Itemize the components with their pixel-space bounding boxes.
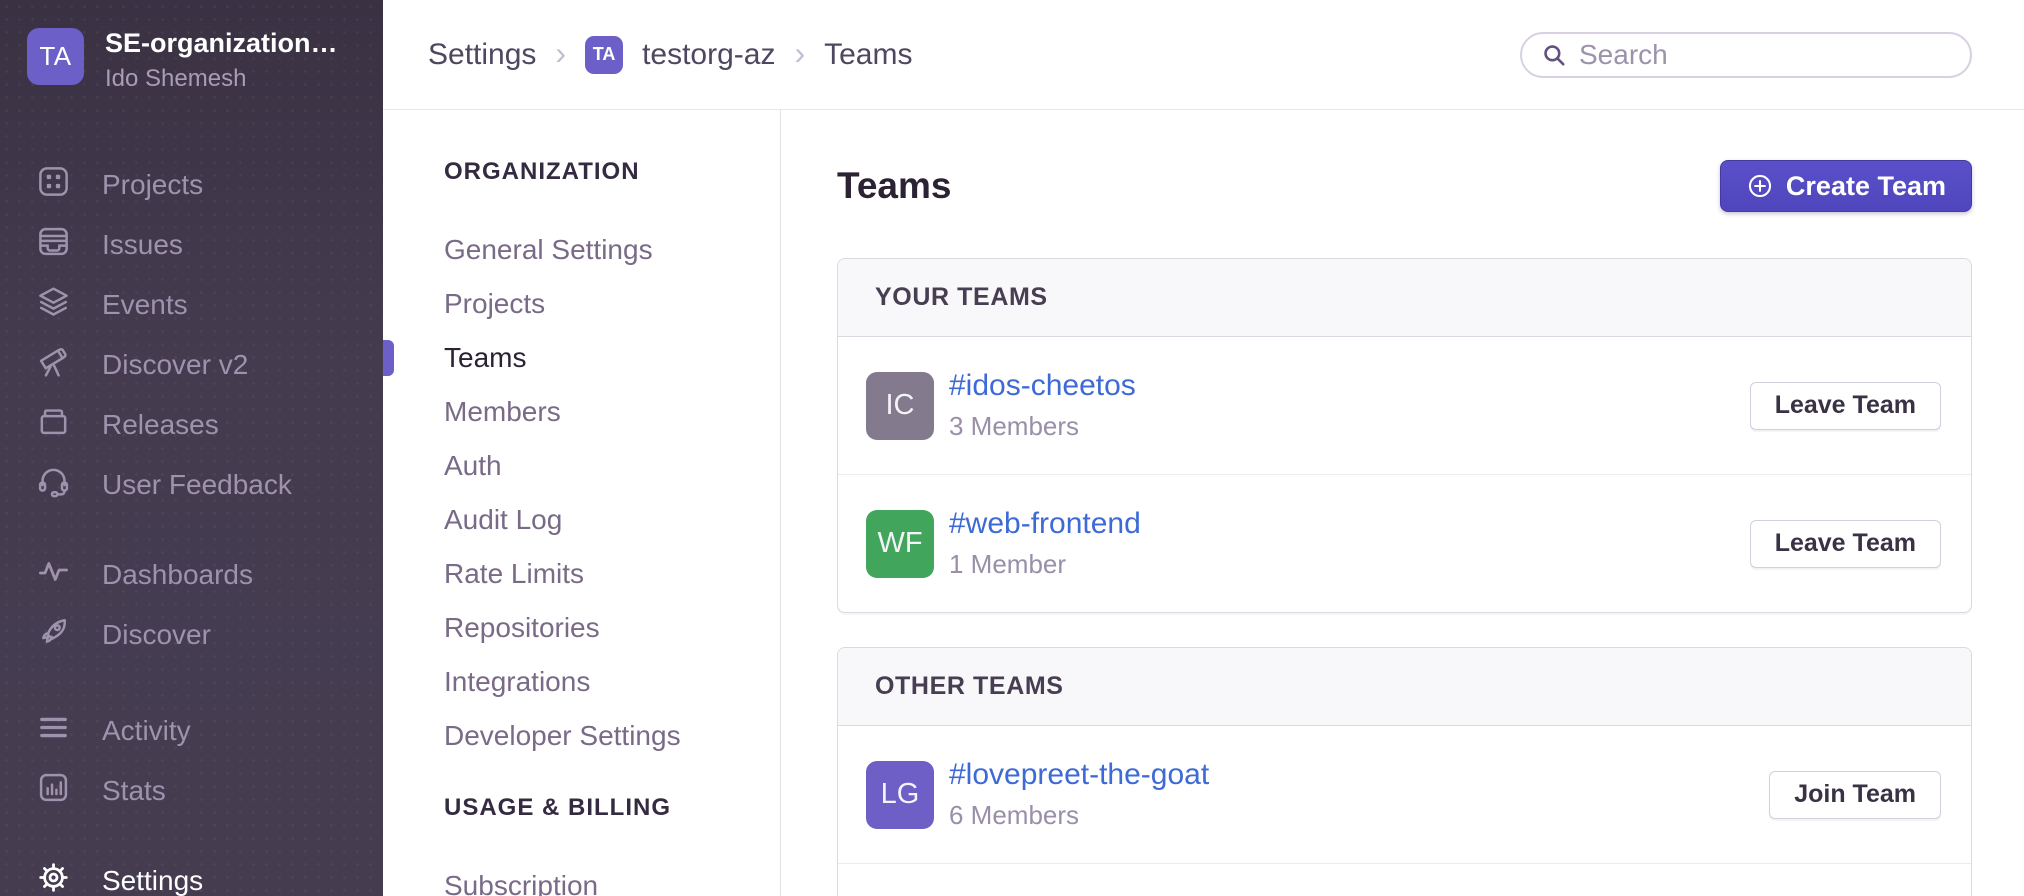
nav-item-audit-log[interactable]: Audit Log <box>444 506 780 534</box>
main-content: Teams Create Team YOUR TEAMS IC #idos-ch… <box>782 110 2024 896</box>
org-user-name: Ido Shemesh <box>105 65 338 93</box>
org-name: SE-organization… <box>105 28 338 58</box>
team-name-link[interactable]: #lovepreet-the-goat <box>949 758 1209 792</box>
nav-item-projects[interactable]: Projects <box>444 290 780 318</box>
events-layers-icon <box>36 284 71 326</box>
team-member-count: 3 Members <box>949 411 1136 442</box>
sidebar-item-releases[interactable]: Releases <box>0 395 383 455</box>
page-title: Teams <box>837 165 952 207</box>
sidebar-item-settings[interactable]: Settings <box>0 851 383 896</box>
nav-item-teams[interactable]: Teams <box>444 344 780 372</box>
sidebar-item-label: Projects <box>102 169 203 201</box>
create-team-button[interactable]: Create Team <box>1720 160 1972 212</box>
sidebar-item-activity[interactable]: Activity <box>0 701 383 761</box>
breadcrumb-settings-link[interactable]: Settings <box>428 38 536 72</box>
bar-chart-icon <box>36 770 71 812</box>
team-name-link[interactable]: #web-frontend <box>949 507 1141 541</box>
sidebar-item-projects[interactable]: Projects <box>0 155 383 215</box>
team-avatar: WF <box>866 510 934 578</box>
issues-icon <box>36 224 71 266</box>
nav-item-rate-limits[interactable]: Rate Limits <box>444 560 780 588</box>
sidebar-item-label: Settings <box>102 865 203 896</box>
nav-section-organization: ORGANIZATION <box>444 160 780 184</box>
sidebar-item-label: Events <box>102 289 188 321</box>
projects-grid-icon <box>36 164 71 206</box>
menu-lines-icon <box>36 710 71 752</box>
sidebar-item-label: Stats <box>102 775 166 807</box>
sidebar-item-label: Dashboards <box>102 559 253 591</box>
archive-box-icon <box>36 404 71 446</box>
team-member-count: 6 Members <box>949 800 1209 831</box>
breadcrumb-page: Teams <box>824 38 912 72</box>
telescope-icon <box>36 344 71 386</box>
nav-item-subscription[interactable]: Subscription <box>444 872 780 896</box>
nav-item-general-settings[interactable]: General Settings <box>444 236 780 264</box>
sidebar-item-dashboards[interactable]: Dashboards <box>0 545 383 605</box>
breadcrumb-org-avatar[interactable]: TA <box>585 36 623 74</box>
team-row: IC #idos-cheetos 3 Members Leave Team <box>838 337 1971 474</box>
nav-item-members[interactable]: Members <box>444 398 780 426</box>
rocket-icon <box>36 614 71 656</box>
breadcrumb: Settings › TA testorg-az › Teams <box>428 36 912 74</box>
team-row-clipped <box>838 863 1971 896</box>
settings-nav: ORGANIZATION General Settings Projects T… <box>383 110 781 896</box>
top-header: Settings › TA testorg-az › Teams <box>383 0 2024 110</box>
panel-header: YOUR TEAMS <box>838 259 1971 337</box>
sidebar-item-discover[interactable]: Discover <box>0 605 383 665</box>
team-avatar: LG <box>866 761 934 829</box>
leave-team-button[interactable]: Leave Team <box>1750 520 1941 568</box>
nav-section-usage-billing: USAGE & BILLING <box>444 796 780 820</box>
org-avatar[interactable]: TA <box>27 28 84 85</box>
headset-icon <box>36 464 71 506</box>
search-box[interactable] <box>1520 32 1972 78</box>
sidebar-item-label: Activity <box>102 715 191 747</box>
breadcrumb-org-link[interactable]: testorg-az <box>642 38 775 72</box>
sidebar-item-label: Discover v2 <box>102 349 248 381</box>
primary-sidebar: TA SE-organization… Ido Shemesh Projects… <box>0 0 383 896</box>
sidebar-item-label: User Feedback <box>102 469 292 501</box>
sidebar-item-events[interactable]: Events <box>0 275 383 335</box>
team-row: LG #lovepreet-the-goat 6 Members Join Te… <box>838 726 1971 863</box>
team-row: WF #web-frontend 1 Member Leave Team <box>838 474 1971 612</box>
your-teams-panel: YOUR TEAMS IC #idos-cheetos 3 Members Le… <box>837 258 1972 613</box>
search-icon <box>1541 42 1567 68</box>
active-nav-indicator <box>383 340 394 376</box>
sidebar-item-label: Releases <box>102 409 219 441</box>
gear-icon <box>36 860 71 896</box>
sidebar-item-discover-v2[interactable]: Discover v2 <box>0 335 383 395</box>
join-team-button[interactable]: Join Team <box>1769 771 1941 819</box>
chevron-right-icon: › <box>555 37 566 73</box>
team-name-link[interactable]: #idos-cheetos <box>949 369 1136 403</box>
org-switcher[interactable]: TA SE-organization… Ido Shemesh <box>0 0 383 93</box>
circle-plus-icon <box>1746 172 1774 200</box>
other-teams-panel: OTHER TEAMS LG #lovepreet-the-goat 6 Mem… <box>837 647 1972 896</box>
team-member-count: 1 Member <box>949 549 1141 580</box>
search-input[interactable] <box>1579 39 1952 71</box>
nav-item-developer-settings[interactable]: Developer Settings <box>444 722 780 750</box>
sidebar-item-label: Issues <box>102 229 183 261</box>
create-team-label: Create Team <box>1786 171 1946 202</box>
leave-team-button[interactable]: Leave Team <box>1750 382 1941 430</box>
sidebar-item-label: Discover <box>102 619 211 651</box>
nav-item-repositories[interactable]: Repositories <box>444 614 780 642</box>
panel-header: OTHER TEAMS <box>838 648 1971 726</box>
pulse-icon <box>36 554 71 596</box>
nav-item-integrations[interactable]: Integrations <box>444 668 780 696</box>
nav-item-auth[interactable]: Auth <box>444 452 780 480</box>
sidebar-item-stats[interactable]: Stats <box>0 761 383 821</box>
sidebar-item-issues[interactable]: Issues <box>0 215 383 275</box>
team-avatar: IC <box>866 372 934 440</box>
chevron-right-icon: › <box>794 37 805 73</box>
sidebar-item-user-feedback[interactable]: User Feedback <box>0 455 383 515</box>
